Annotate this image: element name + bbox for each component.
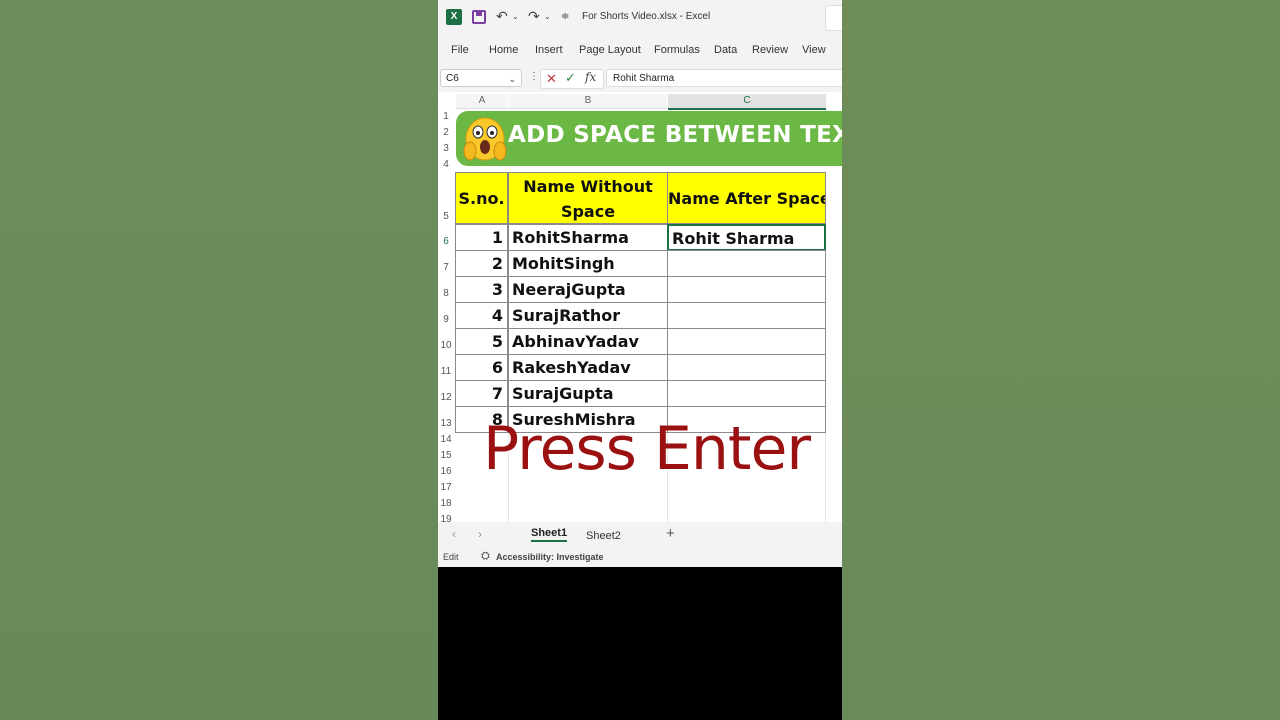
app-name: Excel: [685, 11, 711, 22]
cell-name-after-space[interactable]: [667, 328, 826, 355]
row-header[interactable]: 19: [438, 514, 454, 522]
tab-insert[interactable]: Insert: [535, 44, 563, 56]
excel-window: X ↶ ⌄ ↷ ⌄ ≑ For Shorts Video.xlsx - Exce…: [438, 0, 842, 567]
customize-toolbar-icon[interactable]: ≑: [561, 11, 569, 22]
tab-file[interactable]: File: [451, 44, 469, 56]
cell-name-without-space[interactable]: AbhinavYadav: [508, 328, 668, 355]
row-header[interactable]: 11: [438, 366, 454, 377]
excel-logo-icon: X: [446, 9, 462, 25]
background-left: [0, 0, 438, 720]
tab-data[interactable]: Data: [714, 44, 737, 56]
add-sheet-icon[interactable]: +: [666, 525, 675, 542]
cell-name-without-space[interactable]: SurajRathor: [508, 302, 668, 329]
cell-sno[interactable]: 2: [455, 250, 508, 277]
more-options-icon[interactable]: ⋮: [529, 71, 539, 82]
header-name-without-space[interactable]: Name Without Space: [508, 172, 668, 224]
sheet-tab-sheet2[interactable]: Sheet2: [586, 530, 621, 542]
file-title: For Shorts Video.xlsx: [582, 11, 677, 22]
video-frame: X ↶ ⌄ ↷ ⌄ ≑ For Shorts Video.xlsx - Exce…: [438, 0, 842, 720]
column-header-a[interactable]: A: [456, 94, 508, 109]
tab-formulas[interactable]: Formulas: [654, 44, 700, 56]
banner-title: ADD SPACE BETWEEN TEXT: [508, 122, 842, 148]
row-header[interactable]: 14: [438, 434, 454, 445]
cell-sno[interactable]: 3: [455, 276, 508, 303]
row-header[interactable]: 5: [438, 211, 454, 222]
row-header[interactable]: 16: [438, 466, 454, 477]
cell-name-after-space[interactable]: [667, 250, 826, 277]
cell-name-without-space[interactable]: SurajGupta: [508, 380, 668, 407]
cell-name-without-space[interactable]: RohitSharma: [508, 224, 668, 251]
row-header[interactable]: 4: [438, 159, 454, 170]
title-bar: X ↶ ⌄ ↷ ⌄ ≑ For Shorts Video.xlsx - Exce…: [438, 0, 842, 34]
cell-name-after-space[interactable]: [667, 276, 826, 303]
name-box[interactable]: C6 ⌄: [440, 69, 522, 87]
tab-view[interactable]: View: [802, 44, 826, 56]
gridline: [825, 432, 826, 522]
background-right: [842, 0, 1280, 720]
insert-function-icon[interactable]: fx: [585, 70, 596, 84]
sheet-tabs-bar: ‹ › Sheet1 Sheet2 +: [438, 522, 842, 548]
row-header[interactable]: 15: [438, 450, 454, 461]
row-header[interactable]: 18: [438, 498, 454, 509]
window-button[interactable]: [825, 5, 842, 31]
cell-sno[interactable]: 7: [455, 380, 508, 407]
cell-name-without-space[interactable]: RakeshYadav: [508, 354, 668, 381]
row-header[interactable]: 12: [438, 392, 454, 403]
tab-home[interactable]: Home: [489, 44, 518, 56]
press-enter-caption: Press Enter: [483, 414, 811, 484]
cell-name-without-space[interactable]: NeerajGupta: [508, 276, 668, 303]
chevron-left-icon[interactable]: ‹: [452, 527, 456, 541]
formula-input[interactable]: Rohit Sharma: [606, 69, 842, 87]
cell-name-after-space[interactable]: [667, 302, 826, 329]
row-header[interactable]: 13: [438, 418, 454, 429]
formula-bar: C6 ⌄ ⋮ ✕ ✓ fx Rohit Sharma: [438, 66, 842, 92]
cell-name-without-space[interactable]: MohitSingh: [508, 250, 668, 277]
sheet-tab-sheet1[interactable]: Sheet1: [531, 527, 568, 542]
row-header[interactable]: 8: [438, 288, 454, 299]
row-header[interactable]: 3: [438, 143, 454, 154]
check-icon[interactable]: ✓: [565, 70, 576, 86]
cell-sno[interactable]: 1: [455, 224, 508, 251]
cell-sno[interactable]: 6: [455, 354, 508, 381]
accessibility-status[interactable]: Accessibility: Investigate: [496, 552, 604, 562]
row-header[interactable]: 7: [438, 262, 454, 273]
ribbon-tabs: File Home Insert Page Layout Formulas Da…: [438, 34, 842, 66]
window-title: For Shorts Video.xlsx - Excel: [582, 11, 710, 22]
chevron-right-icon[interactable]: ›: [478, 527, 482, 541]
row-header[interactable]: 17: [438, 482, 454, 493]
header-sno[interactable]: S.no.: [455, 172, 508, 224]
redo-icon[interactable]: ↷: [528, 8, 540, 25]
row-header[interactable]: 2: [438, 127, 454, 138]
column-header-c[interactable]: C: [668, 94, 826, 110]
column-header-b[interactable]: B: [509, 94, 667, 109]
cell-name-after-space-selected[interactable]: Rohit Sharma: [667, 224, 826, 251]
tab-review[interactable]: Review: [752, 44, 788, 56]
row-header[interactable]: 9: [438, 314, 454, 325]
redo-dropdown-icon[interactable]: ⌄: [544, 12, 551, 21]
cell-sno[interactable]: 4: [455, 302, 508, 329]
cell-name-after-space[interactable]: [667, 380, 826, 407]
status-mode: Edit: [443, 552, 459, 562]
undo-dropdown-icon[interactable]: ⌄: [512, 12, 519, 21]
status-bar: Edit ⛭ Accessibility: Investigate: [438, 548, 842, 567]
row-header-selected[interactable]: 6: [438, 236, 454, 247]
cell-sno[interactable]: 5: [455, 328, 508, 355]
shocked-face-icon: [463, 117, 507, 161]
tab-page-layout[interactable]: Page Layout: [579, 44, 641, 56]
row-header[interactable]: 1: [438, 111, 454, 122]
chevron-down-icon[interactable]: ⌄: [508, 70, 516, 88]
formula-buttons: ✕ ✓ fx: [540, 69, 604, 89]
cell-name-after-space[interactable]: [667, 354, 826, 381]
name-box-value: C6: [446, 73, 459, 84]
undo-icon[interactable]: ↶: [496, 8, 508, 25]
accessibility-icon[interactable]: ⛭: [481, 550, 490, 563]
row-header[interactable]: 10: [438, 340, 454, 351]
header-name-after-space[interactable]: Name After Space: [667, 172, 826, 224]
title-separator: -: [679, 11, 683, 22]
cancel-icon[interactable]: ✕: [546, 71, 557, 87]
save-icon[interactable]: [472, 10, 486, 24]
